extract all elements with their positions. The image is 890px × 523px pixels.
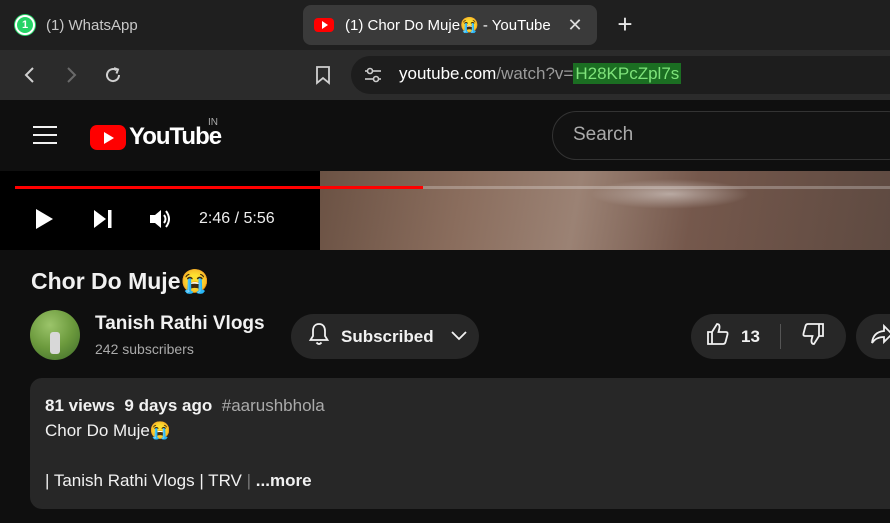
hashtag-link[interactable]: #aarushbhola [222, 396, 325, 415]
time-display: 2:46 / 5:56 [199, 210, 275, 227]
back-icon[interactable] [15, 60, 45, 90]
description-line-2: | Tanish Rathi Vlogs | TRV | ...more [45, 471, 312, 491]
bell-icon [307, 321, 331, 352]
url-highlight: H28KPcZpl7s [573, 63, 682, 84]
youtube-header: YouTube IN [0, 100, 890, 171]
like-count: 13 [741, 326, 760, 346]
browser-toolbar: youtube.com/watch?v= H28KPcZpl7s [0, 50, 890, 100]
subscribed-button[interactable]: Subscribed [291, 314, 479, 359]
youtube-play-icon [90, 124, 126, 150]
description-line-1: Chor Do Muje😭 [45, 421, 172, 440]
site-settings-icon[interactable] [363, 66, 383, 89]
url-text: youtube.com/watch?v= H28KPcZpl7s [399, 63, 682, 84]
forward-icon[interactable] [56, 60, 86, 90]
like-separator [780, 324, 781, 349]
video-title: Chor Do Muje😭 [31, 268, 210, 294]
tab-whatsapp-title: (1) WhatsApp [46, 16, 138, 34]
whatsapp-badge: 1 [15, 15, 35, 35]
bookmark-icon[interactable] [308, 60, 338, 90]
close-icon[interactable]: ✕ [565, 15, 585, 35]
volume-icon[interactable] [146, 204, 176, 234]
plus-icon[interactable]: + [612, 10, 638, 40]
thumbs-up-icon [705, 321, 731, 352]
search-box [552, 111, 890, 160]
description-box[interactable]: 81 views 9 days ago #aarushbhola Chor Do… [30, 378, 890, 509]
share-icon [870, 323, 890, 350]
youtube-logo[interactable]: YouTube [90, 123, 222, 151]
tab-youtube[interactable]: (1) Chor Do Muje😭 - YouTube ✕ [303, 5, 597, 45]
progress-bar[interactable] [15, 186, 890, 189]
view-count: 81 views [45, 396, 115, 415]
browser-tab-strip: 1 (1) WhatsApp (1) Chor Do Muje😭 - YouTu… [0, 0, 890, 50]
tab-whatsapp[interactable]: 1 (1) WhatsApp [0, 5, 300, 45]
address-bar[interactable]: youtube.com/watch?v= H28KPcZpl7s [351, 56, 890, 94]
thumbs-down-icon [800, 321, 826, 352]
next-icon[interactable] [89, 204, 117, 234]
video-frame [320, 171, 890, 250]
url-host: youtube.com [399, 64, 497, 83]
subscribed-label: Subscribed [341, 326, 434, 346]
video-meta: 81 views 9 days ago #aarushbhola [45, 396, 325, 416]
upload-age: 9 days ago [124, 396, 213, 415]
channel-avatar[interactable] [30, 310, 80, 360]
like-button[interactable]: 13 [691, 314, 781, 359]
menu-icon[interactable] [33, 126, 57, 144]
search-input[interactable] [573, 124, 873, 146]
reload-icon[interactable] [98, 60, 128, 90]
chevron-down-icon [450, 328, 468, 346]
like-dislike-group: 13 [691, 314, 846, 359]
progress-fill [15, 186, 423, 189]
description-separator: | [246, 471, 252, 490]
whatsapp-icon: 1 [14, 14, 36, 36]
dislike-button[interactable] [783, 314, 843, 359]
channel-name[interactable]: Tanish Rathi Vlogs [95, 313, 265, 335]
youtube-favicon-icon [313, 14, 335, 36]
share-button[interactable] [856, 314, 890, 359]
subscriber-count: 242 subscribers [95, 341, 194, 357]
description-line-2-text: | Tanish Rathi Vlogs | TRV [45, 471, 242, 490]
url-path: /watch?v= [496, 64, 574, 83]
video-player[interactable]: 2:46 / 5:56 [0, 171, 890, 250]
tab-youtube-title: (1) Chor Do Muje😭 - YouTube [345, 17, 551, 34]
country-code: IN [208, 117, 218, 128]
play-icon[interactable] [30, 204, 58, 234]
show-more-button[interactable]: ...more [256, 471, 312, 490]
